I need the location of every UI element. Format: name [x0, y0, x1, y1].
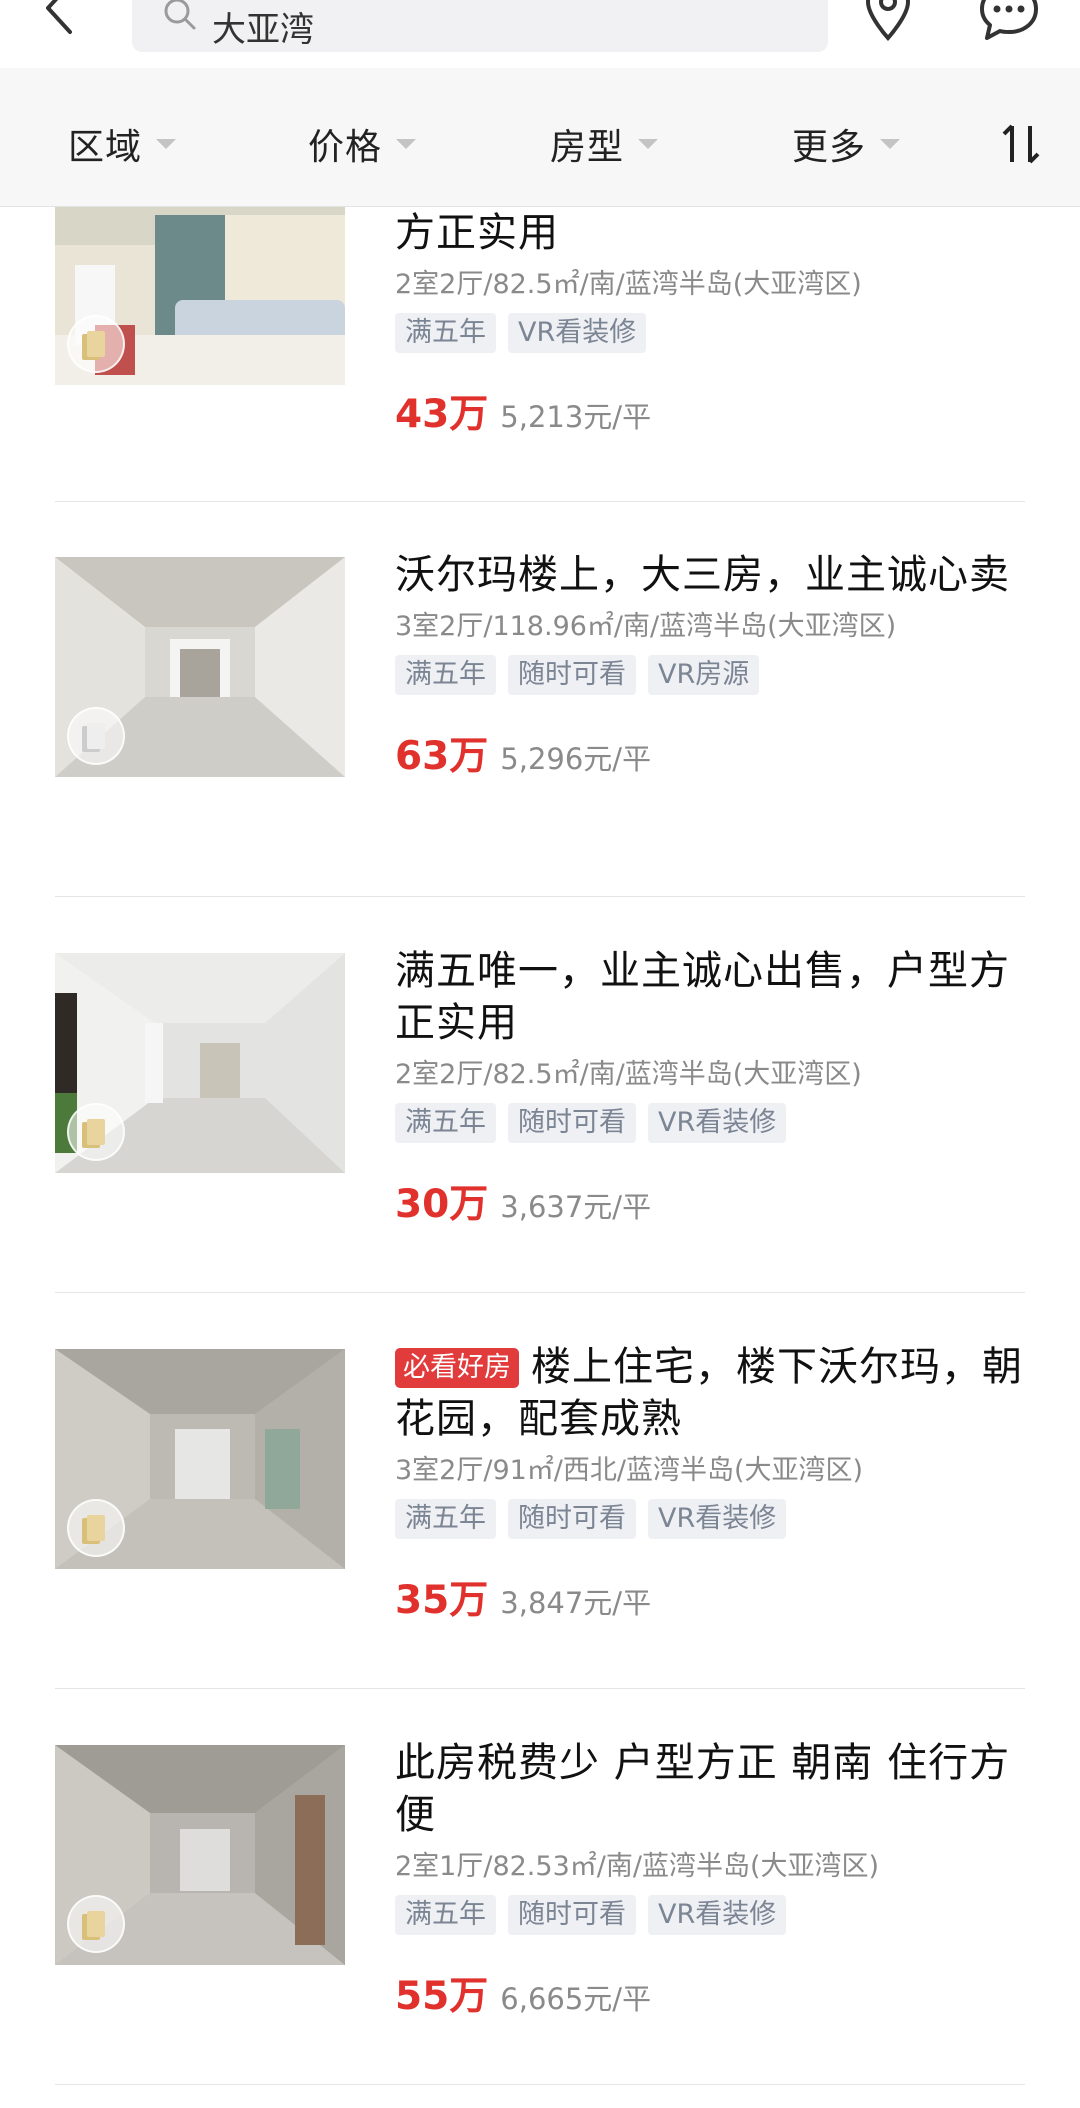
divider — [55, 501, 1025, 502]
listing-unit-price: 3,847元/平 — [500, 1586, 652, 1620]
divider — [55, 1688, 1025, 1689]
sort-icon — [1002, 124, 1040, 164]
listing-info: 方正实用 2室2厅/82.5㎡/南/蓝湾半岛(大亚湾区) 满五年 VR看装修 43… — [395, 207, 1035, 439]
listing-title: 必看好房 楼上住宅，楼下沃尔玛，朝花园，配套成熟 — [395, 1344, 1023, 1442]
chat-bubble-icon — [980, 0, 1038, 40]
caret-down-icon — [638, 139, 659, 149]
listing-list: 方正实用 2室2厅/82.5㎡/南/蓝湾半岛(大亚湾区) 满五年 VR看装修 43… — [0, 207, 1080, 2108]
top-bar: 大亚湾 — [0, 0, 1080, 68]
listing-tag: 满五年 — [395, 655, 496, 695]
listing-meta: 3室2厅/118.96㎡/南/蓝湾半岛(大亚湾区) — [395, 611, 897, 642]
listing-price-row: 30万 3,637元/平 — [395, 1173, 1035, 1229]
listing-photo[interactable] — [55, 207, 345, 385]
listing-info: 满五唯一，业主诚心出售，户型方正实用 2室2厅/82.5㎡/南/蓝湾半岛(大亚湾… — [395, 945, 1035, 1229]
vr-badge-icon — [67, 315, 125, 373]
vr-badge-icon — [67, 707, 125, 765]
listing-photo[interactable] — [55, 1745, 345, 1965]
map-pin-icon — [865, 0, 911, 41]
listing-tag: 随时可看 — [508, 1103, 636, 1143]
listing-tags: 满五年 VR看装修 — [395, 313, 1035, 355]
filter-more[interactable]: 更多 — [792, 122, 901, 168]
filter-price-label: 价格 — [308, 127, 383, 168]
listing-title: 满五唯一，业主诚心出售，户型方正实用 — [395, 948, 1010, 1046]
filter-more-label: 更多 — [792, 127, 867, 168]
sort-button[interactable] — [1000, 120, 1044, 168]
listing-price: 63万 — [395, 734, 489, 779]
must-see-badge: 必看好房 — [395, 1348, 519, 1388]
listing-price: 35万 — [395, 1578, 489, 1623]
listing-tags: 满五年 随时可看 VR看装修 — [395, 1895, 1035, 1937]
vr-badge-icon — [67, 1499, 125, 1557]
listing-meta: 2室2厅/82.5㎡/南/蓝湾半岛(大亚湾区) — [395, 269, 862, 300]
search-input[interactable]: 大亚湾 — [132, 0, 828, 52]
caret-down-icon — [396, 139, 417, 149]
caret-down-icon — [156, 139, 177, 149]
back-button[interactable] — [40, 0, 80, 38]
listing-unit-price: 6,665元/平 — [500, 1982, 652, 2016]
listing-price-row: 55万 6,665元/平 — [395, 1965, 1035, 2021]
listing-tag: 随时可看 — [508, 655, 636, 695]
listing-photo[interactable] — [55, 1349, 345, 1569]
divider — [55, 896, 1025, 897]
filter-area[interactable]: 区域 — [68, 122, 177, 168]
search-query-text: 大亚湾 — [212, 10, 314, 50]
location-button[interactable] — [862, 0, 914, 42]
listing-photo[interactable] — [55, 953, 345, 1173]
listing-tag: 满五年 — [395, 1895, 496, 1935]
listing-tag: VR房源 — [648, 655, 760, 695]
listing-tag: VR看装修 — [648, 1895, 787, 1935]
vr-badge-icon — [67, 1895, 125, 1953]
filter-area-label: 区域 — [68, 127, 143, 168]
listing-tags: 满五年 随时可看 VR房源 — [395, 655, 1035, 697]
filter-layout[interactable]: 房型 — [550, 122, 659, 168]
listing-meta: 3室2厅/91㎡/西北/蓝湾半岛(大亚湾区) — [395, 1455, 864, 1486]
divider — [55, 2084, 1025, 2085]
listing-title: 沃尔玛楼上，大三房，业主诚心卖 — [395, 552, 1010, 598]
vr-badge-icon — [67, 1103, 125, 1161]
filter-price[interactable]: 价格 — [308, 122, 417, 168]
listing-meta: 2室2厅/82.5㎡/南/蓝湾半岛(大亚湾区) — [395, 1059, 862, 1090]
listing-tag: VR看装修 — [648, 1103, 787, 1143]
listing-unit-price: 3,637元/平 — [500, 1190, 652, 1224]
listing-info: 必看好房 楼上住宅，楼下沃尔玛，朝花园，配套成熟 3室2厅/91㎡/西北/蓝湾半岛… — [395, 1341, 1035, 1625]
listing-tag: 随时可看 — [508, 1895, 636, 1935]
listing-price: 43万 — [395, 392, 489, 437]
listing-price: 55万 — [395, 1974, 489, 2019]
listing-price-row: 63万 5,296元/平 — [395, 725, 1035, 781]
listing-unit-price: 5,296元/平 — [500, 742, 652, 776]
listing-unit-price: 5,213元/平 — [500, 400, 652, 434]
caret-down-icon — [880, 139, 901, 149]
listing-tag: 满五年 — [395, 1103, 496, 1143]
listing-title: 方正实用 — [395, 210, 559, 256]
listing-photo[interactable] — [55, 557, 345, 777]
listing-tag: 随时可看 — [508, 1499, 636, 1539]
listing-title: 此房税费少 户型方正 朝南 住行方便 — [395, 1740, 1011, 1838]
listing-tags: 满五年 随时可看 VR看装修 — [395, 1103, 1035, 1145]
listing-tag: 满五年 — [395, 313, 496, 353]
message-button[interactable] — [978, 0, 1040, 42]
chevron-left-icon — [46, 0, 72, 34]
listing-price-row: 35万 3,847元/平 — [395, 1569, 1035, 1625]
listing-tag: VR看装修 — [508, 313, 647, 353]
listing-price-row: 43万 5,213元/平 — [395, 383, 1035, 439]
filter-layout-label: 房型 — [550, 127, 625, 168]
listing-info: 沃尔玛楼上，大三房，业主诚心卖 3室2厅/118.96㎡/南/蓝湾半岛(大亚湾区… — [395, 549, 1035, 781]
listing-tag: VR看装修 — [648, 1499, 787, 1539]
listing-meta: 2室1厅/82.53㎡/南/蓝湾半岛(大亚湾区) — [395, 1851, 880, 1882]
listing-tags: 满五年 随时可看 VR看装修 — [395, 1499, 1035, 1541]
listing-info: 此房税费少 户型方正 朝南 住行方便 2室1厅/82.53㎡/南/蓝湾半岛(大亚… — [395, 1737, 1035, 2021]
search-icon — [164, 0, 196, 30]
divider — [55, 1292, 1025, 1293]
listing-tag: 满五年 — [395, 1499, 496, 1539]
listing-price: 30万 — [395, 1182, 489, 1227]
filter-bar: 区域 价格 房型 更多 — [0, 68, 1080, 207]
